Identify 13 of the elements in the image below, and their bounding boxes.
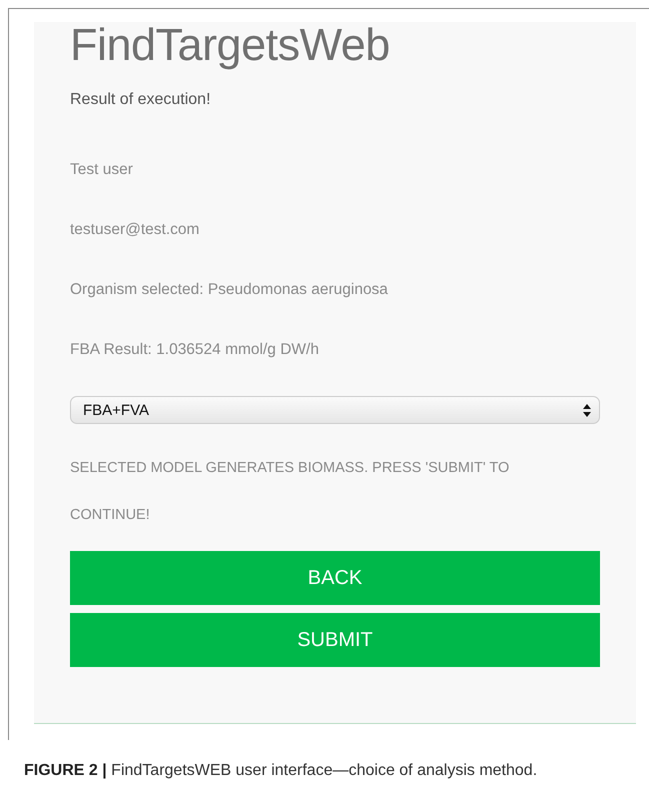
method-select[interactable]: FBA+FVA <box>70 396 600 424</box>
info-line: FBA Result: 1.036524 mmol/g DW/h <box>70 340 320 360</box>
app-title: FindTargetsWeb <box>70 22 391 68</box>
status-message-line: SELECTED MODEL GENERATES BIOMASS. PRESS 'SUBMIT' TO <box>70 459 510 478</box>
figure-caption: FIGURE 2 | FindTargetsWEB user interface—choice of analysis method. <box>24 762 538 780</box>
status-message-line: CONTINUE! <box>70 506 151 525</box>
submit-button[interactable]: SUBMIT <box>70 613 600 667</box>
info-line: testuser@test.com <box>70 220 200 240</box>
result-heading: Result of execution! <box>70 90 212 110</box>
back-button[interactable]: BACK <box>70 551 600 605</box>
info-line: Test user <box>70 160 134 180</box>
stepper-arrows-icon <box>583 404 591 416</box>
info-line: Organism selected: Pseudomonas aeruginosa <box>70 280 389 300</box>
